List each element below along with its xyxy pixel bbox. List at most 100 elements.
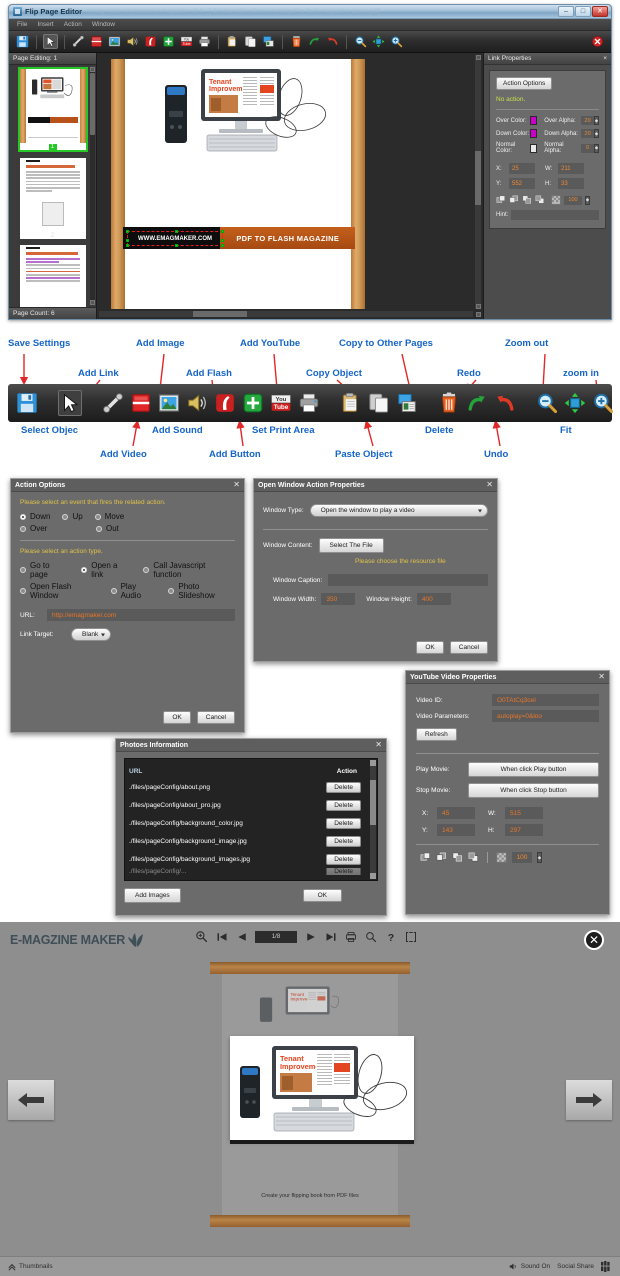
- social-share-label[interactable]: Social Share: [557, 1263, 594, 1270]
- radio-move[interactable]: [94, 513, 101, 520]
- fullscreen-icon[interactable]: [404, 930, 417, 943]
- undo-icon[interactable]: [325, 34, 340, 49]
- resize-handle-ne[interactable]: [221, 230, 224, 233]
- annot-add-youtube-icon[interactable]: Tube You: [270, 390, 292, 416]
- video-params-input[interactable]: autoplay=0&loo: [492, 710, 599, 722]
- stop-movie-button[interactable]: When click Stop button: [468, 783, 599, 798]
- canvas-area[interactable]: Tenant Improvement PDF TO FLASH MAGAZINE…: [97, 53, 483, 319]
- send-to-back-icon[interactable]: [509, 195, 519, 205]
- share-grid-icon[interactable]: [601, 1261, 612, 1272]
- send-backward-icon[interactable]: [468, 852, 479, 863]
- opacity-stepper[interactable]: ◆: [585, 195, 590, 205]
- event-option-over[interactable]: Over: [20, 524, 84, 533]
- page-canvas[interactable]: Tenant Improvement PDF TO FLASH MAGAZINE…: [111, 59, 365, 309]
- radio-down[interactable]: [20, 513, 26, 520]
- delete-button[interactable]: Delete: [326, 835, 361, 847]
- close-circle-icon[interactable]: ✕: [584, 930, 604, 950]
- youtube-h-value[interactable]: 297: [505, 824, 543, 836]
- hint-input[interactable]: [511, 210, 599, 220]
- refresh-button[interactable]: Refresh: [416, 728, 457, 741]
- annot-add-sound-icon[interactable]: [186, 390, 208, 416]
- menu-item-window[interactable]: Window: [92, 21, 115, 28]
- youtube-opacity-value[interactable]: 100: [512, 852, 532, 863]
- close-circle-icon[interactable]: [590, 34, 605, 49]
- photoes-close-icon[interactable]: ✕: [375, 741, 382, 749]
- photoes-ok-button[interactable]: OK: [302, 889, 342, 902]
- canvas-horizontal-scrollbar[interactable]: [99, 311, 473, 317]
- add-flash-icon[interactable]: [143, 34, 158, 49]
- open-window-cancel-button[interactable]: Cancel: [449, 641, 488, 654]
- annot-add-link-icon[interactable]: [102, 390, 124, 416]
- event-option-down[interactable]: Down: [20, 512, 50, 521]
- delete-button[interactable]: Delete: [326, 799, 361, 811]
- copy-to-other-pages-icon[interactable]: [261, 34, 276, 49]
- selected-link-object[interactable]: WWW.EMAGMAKER.COM: [126, 230, 224, 247]
- window-width-input[interactable]: 350: [321, 593, 356, 605]
- event-option-move[interactable]: Move: [94, 512, 124, 521]
- down-alpha-stepper[interactable]: ◆: [594, 129, 599, 138]
- resize-handle-e[interactable]: [221, 238, 224, 242]
- link-target-select[interactable]: Blank: [71, 628, 112, 641]
- youtube-w-value[interactable]: 515: [505, 807, 543, 819]
- annot-add-button-icon[interactable]: [242, 390, 264, 416]
- annot-copy-to-other-pages-icon[interactable]: [396, 390, 418, 416]
- youtube-close-icon[interactable]: ✕: [598, 673, 605, 681]
- prev-page-icon[interactable]: [235, 930, 248, 943]
- page-indicator[interactable]: 1/8: [255, 930, 297, 943]
- menu-item-file[interactable]: File: [17, 21, 27, 28]
- thumbnail-list[interactable]: 1 2: [9, 65, 96, 307]
- action-options-cancel-button[interactable]: Cancel: [196, 711, 235, 724]
- y-value[interactable]: 552: [509, 178, 535, 189]
- annot-undo-icon[interactable]: [494, 390, 516, 416]
- next-page-icon[interactable]: [304, 930, 317, 943]
- send-to-back-icon[interactable]: [436, 852, 447, 863]
- photoes-table-scrollbar[interactable]: [370, 760, 376, 879]
- opacity-icon[interactable]: [551, 195, 561, 205]
- annot-add-flash-icon[interactable]: [214, 390, 236, 416]
- down-color-swatch[interactable]: [529, 129, 538, 138]
- action-option-photo-slideshow[interactable]: Photo Slideshow: [168, 582, 235, 600]
- video-id-input[interactable]: O0TAtCq3ceI: [492, 694, 599, 706]
- canvas-vscroll-knob[interactable]: [475, 151, 481, 205]
- delete-button[interactable]: Delete: [326, 817, 361, 829]
- youtube-y-value[interactable]: 143: [437, 824, 475, 836]
- annot-add-image-icon[interactable]: [158, 390, 180, 416]
- print-icon[interactable]: [344, 930, 357, 943]
- resize-handle-s[interactable]: [175, 244, 178, 247]
- search-icon[interactable]: [364, 930, 377, 943]
- radio-go-to-page[interactable]: [20, 567, 26, 573]
- canvas-scroll-down[interactable]: [476, 304, 481, 309]
- thumbnail-page-2[interactable]: 2: [19, 158, 86, 239]
- paste-object-icon[interactable]: [243, 34, 258, 49]
- flipbook-current-page[interactable]: Tenant Improvement: [230, 1036, 414, 1144]
- minimize-button[interactable]: –: [558, 6, 574, 17]
- maximize-button[interactable]: □: [575, 6, 591, 17]
- event-option-out[interactable]: Out: [96, 524, 119, 533]
- annot-paste-object-icon[interactable]: [368, 390, 390, 416]
- action-options-close-icon[interactable]: ✕: [233, 481, 240, 489]
- delete-button[interactable]: Delete: [326, 853, 361, 865]
- annot-delete-icon[interactable]: [438, 390, 460, 416]
- select-file-button[interactable]: Select The File: [318, 538, 384, 553]
- action-options-button[interactable]: Action Options: [496, 77, 553, 90]
- thumbnail-page-1[interactable]: 1: [17, 67, 88, 152]
- radio-call-javascript[interactable]: [143, 567, 150, 573]
- bring-to-front-icon[interactable]: [496, 195, 506, 205]
- last-page-icon[interactable]: [324, 930, 337, 943]
- fit-icon[interactable]: [371, 34, 386, 49]
- opacity-icon[interactable]: [496, 852, 507, 863]
- window-caption-input[interactable]: [328, 574, 488, 586]
- thumbnails-toggle[interactable]: Thumbnails: [8, 1263, 53, 1271]
- radio-open-flash-window[interactable]: [20, 588, 26, 594]
- menu-item-action[interactable]: Action: [64, 21, 82, 28]
- resize-handle-w[interactable]: [126, 238, 129, 242]
- over-alpha-value[interactable]: 20: [581, 116, 594, 125]
- save-settings-icon[interactable]: [15, 34, 30, 49]
- window-height-input[interactable]: 400: [416, 593, 451, 605]
- menu-item-insert[interactable]: Insert: [37, 21, 53, 28]
- add-link-icon[interactable]: [71, 34, 86, 49]
- add-images-button[interactable]: Add Images: [124, 888, 181, 903]
- canvas-scroll-up[interactable]: [476, 55, 481, 60]
- over-alpha-stepper[interactable]: ◆: [594, 116, 599, 125]
- resize-handle-se[interactable]: [221, 244, 224, 247]
